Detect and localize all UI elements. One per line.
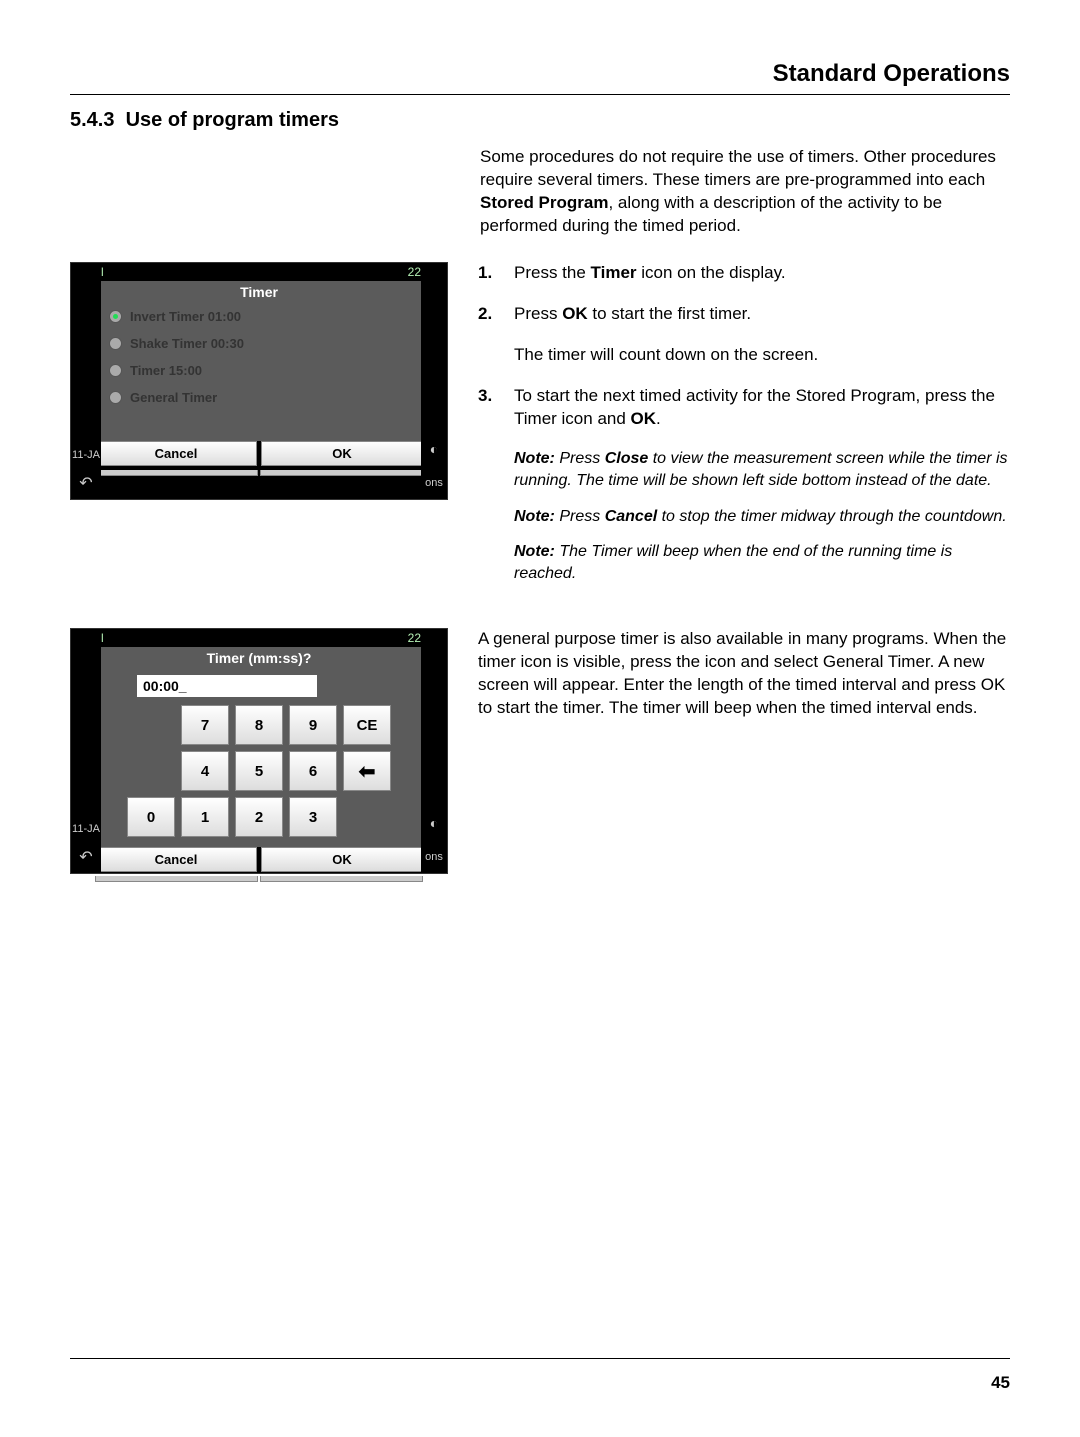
radio-icon xyxy=(109,337,122,350)
step-number: 2. xyxy=(478,303,500,326)
timer-dialog-screenshot: 10 Al 22 nm Timer Invert Timer 01:00 Sha… xyxy=(70,262,448,500)
step-text: Press OK to start the first timer. xyxy=(514,303,751,326)
key-ce[interactable]: CE xyxy=(343,705,391,745)
device-left-label: 11-JA xyxy=(72,449,100,461)
note-text: Note: The Timer will beep when the end o… xyxy=(514,541,1010,584)
key-1[interactable]: 1 xyxy=(181,797,229,837)
radio-option-invert[interactable]: Invert Timer 01:00 xyxy=(95,303,423,330)
key-7[interactable]: 7 xyxy=(181,705,229,745)
ok-button[interactable]: OK xyxy=(261,847,423,872)
ok-button[interactable]: OK xyxy=(261,441,423,466)
intro-text-a: Some procedures do not require the use o… xyxy=(480,147,996,189)
cancel-button[interactable]: Cancel xyxy=(95,847,257,872)
key-3[interactable]: 3 xyxy=(289,797,337,837)
note-text: Note: Press Close to view the measuremen… xyxy=(514,448,1010,491)
key-4[interactable]: 4 xyxy=(181,751,229,791)
key-0[interactable]: 0 xyxy=(127,797,175,837)
step-text: Press the Timer icon on the display. xyxy=(514,262,786,285)
device-right-label: ons xyxy=(425,851,443,863)
step-subtext: The timer will count down on the screen. xyxy=(514,344,1010,367)
intro-paragraph: Some procedures do not require the use o… xyxy=(480,146,1010,238)
radio-option-general[interactable]: General Timer xyxy=(95,384,423,411)
intro-bold: Stored Program xyxy=(480,193,608,212)
device-left-label: 11-JA xyxy=(72,823,100,835)
section-title: Use of program timers xyxy=(126,109,339,131)
options-icon[interactable]: ◐ xyxy=(430,441,438,457)
step-text: To start the next timed activity for the… xyxy=(514,385,1010,431)
key-backspace[interactable]: ⬅ xyxy=(343,751,391,791)
return-icon[interactable]: ↶ xyxy=(79,473,92,493)
header-rule xyxy=(70,94,1010,95)
header-title: Standard Operations xyxy=(70,60,1010,88)
instruction-list: 1. Press the Timer icon on the display. … xyxy=(478,262,1010,599)
device-right-label: ons xyxy=(425,477,443,489)
radio-icon xyxy=(109,310,122,323)
step-number: 3. xyxy=(478,385,500,431)
section-number: 5.4.3 xyxy=(70,109,114,131)
return-icon[interactable]: ↶ xyxy=(79,847,92,867)
key-8[interactable]: 8 xyxy=(235,705,283,745)
section-heading: 5.4.3 Use of program timers xyxy=(70,109,1010,132)
key-2[interactable]: 2 xyxy=(235,797,283,837)
radio-label: Timer 15:00 xyxy=(130,363,202,378)
page-footer: 45 xyxy=(70,1352,1010,1393)
dialog-title: Timer xyxy=(95,281,423,303)
step-number: 1. xyxy=(478,262,500,285)
radio-option-timer15[interactable]: Timer 15:00 xyxy=(95,357,423,384)
note-text: Note: Press Cancel to stop the timer mid… xyxy=(514,506,1010,528)
footer-rule xyxy=(70,1358,1010,1359)
key-6[interactable]: 6 xyxy=(289,751,337,791)
radio-icon xyxy=(109,364,122,377)
keypad: 7 8 9 CE 4 5 6 ⬅ 0 1 2 3 xyxy=(95,701,423,843)
keypad-display[interactable]: 00:00_ xyxy=(137,675,317,697)
radio-icon xyxy=(109,391,122,404)
cancel-button[interactable]: Cancel xyxy=(95,441,257,466)
radio-option-shake[interactable]: Shake Timer 00:30 xyxy=(95,330,423,357)
timer-keypad-screenshot: 10 Al 22 nm Timer (mm:ss)? 00:00_ 7 8 9 … xyxy=(70,628,448,874)
options-icon[interactable]: ◐ xyxy=(430,815,438,831)
general-timer-paragraph: A general purpose timer is also availabl… xyxy=(478,628,1010,720)
key-5[interactable]: 5 xyxy=(235,751,283,791)
key-9[interactable]: 9 xyxy=(289,705,337,745)
dialog-title: Timer (mm:ss)? xyxy=(95,647,423,669)
radio-label: Invert Timer 01:00 xyxy=(130,309,241,324)
radio-label: General Timer xyxy=(130,390,217,405)
radio-label: Shake Timer 00:30 xyxy=(130,336,244,351)
page-number: 45 xyxy=(70,1373,1010,1393)
